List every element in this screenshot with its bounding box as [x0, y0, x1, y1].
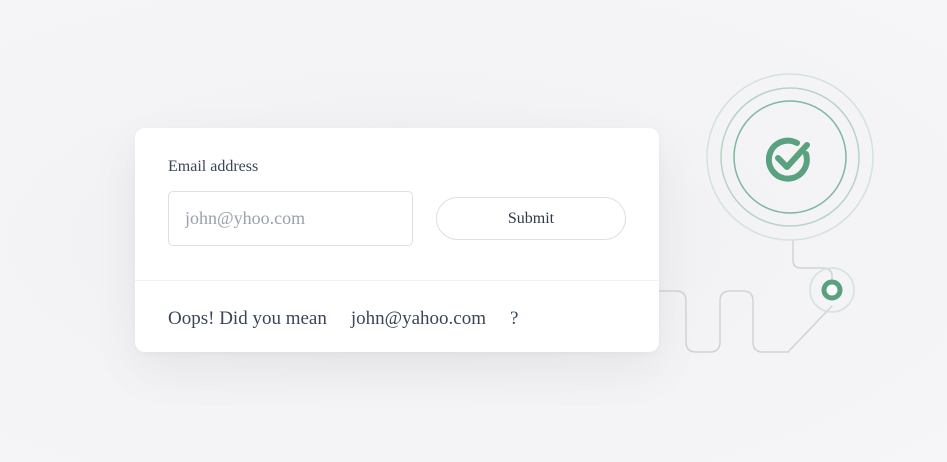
email-form-card: Email address Submit Oops! Did you mean j…	[135, 128, 659, 352]
node-ring-icon	[821, 279, 843, 301]
email-label: Email address	[168, 158, 259, 175]
badge-stem-line	[792, 240, 833, 282]
divider	[135, 280, 659, 281]
suggestion-prefix: Oops! Did you mean	[168, 308, 327, 329]
suggested-email-link[interactable]: john@yahoo.com	[351, 308, 486, 329]
connector-line	[659, 290, 833, 353]
form-section: Email address Submit	[135, 128, 659, 280]
page-background: Email address Submit Oops! Did you mean j…	[0, 0, 947, 462]
suggestion-message: Oops! Did you mean john@yahoo.com?	[168, 308, 518, 330]
submit-button[interactable]: Submit	[436, 197, 626, 240]
email-input[interactable]	[168, 191, 413, 246]
suggestion-suffix: ?	[510, 308, 519, 329]
check-circle-icon	[765, 137, 812, 183]
